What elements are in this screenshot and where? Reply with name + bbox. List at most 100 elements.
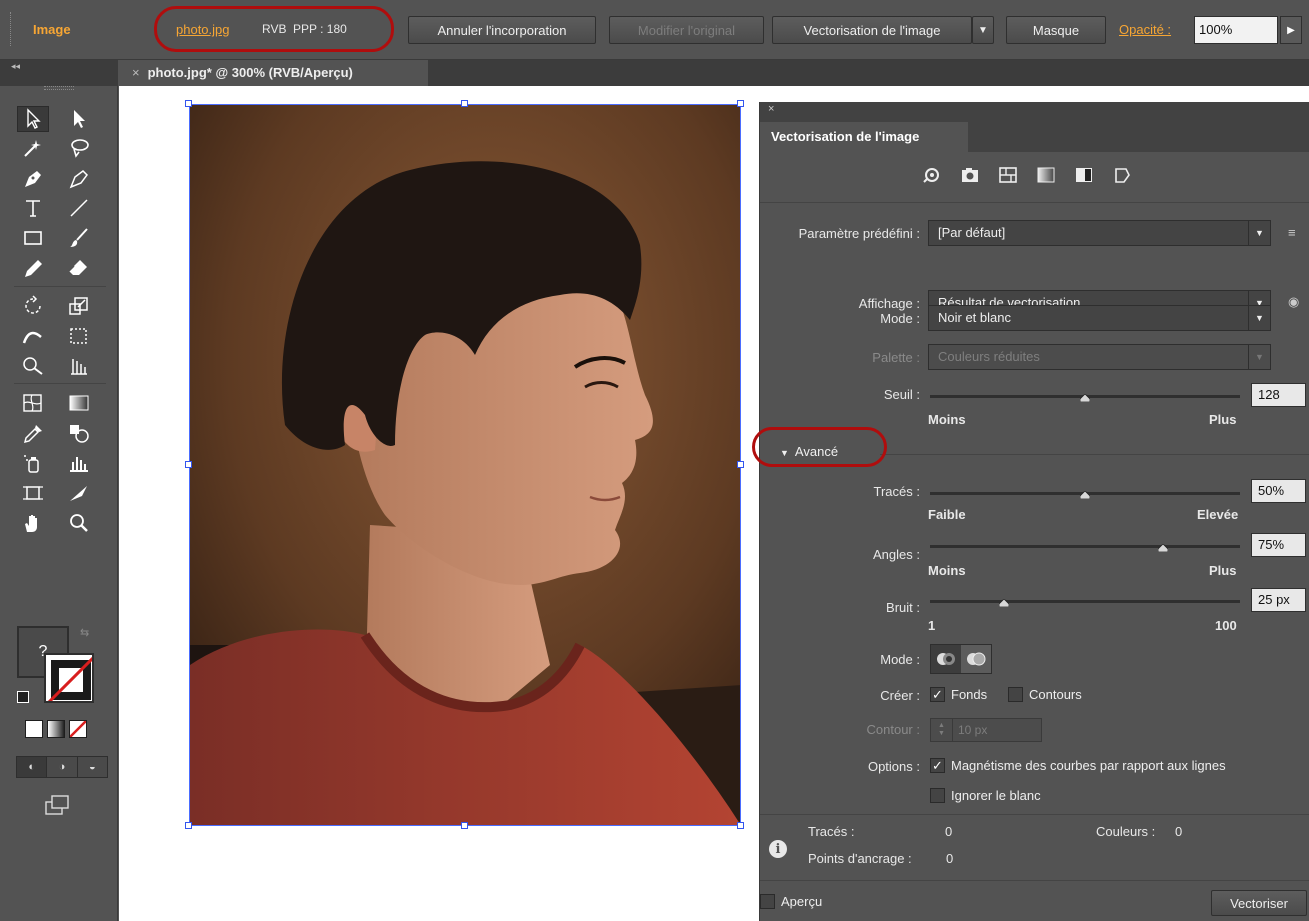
panel-header-bar[interactable]: × [760,102,1309,122]
ignore-white-checkbox[interactable]: Ignorer le blanc [930,788,1041,803]
selection-handle[interactable] [737,822,744,829]
gradient-mode-icon[interactable] [47,720,65,738]
draw-behind-icon[interactable]: ◑ [47,757,78,777]
overlapping-method-icon[interactable] [961,645,991,673]
snap-curves-checkbox[interactable]: ✓ Magnétisme des courbes par rapport aux … [930,758,1226,773]
mode-dropdown[interactable]: Noir et blanc ▼ [928,305,1271,331]
chevron-down-icon[interactable]: ▼ [1248,306,1270,330]
selection-handle[interactable] [461,822,468,829]
stroke-width-stepper[interactable]: ▲ ▼ 10 px [930,718,1042,742]
lasso-tool-icon[interactable] [63,135,95,161]
ignore-white-checkbox-box[interactable] [930,788,945,803]
eyedropper-tool-icon[interactable] [17,420,49,446]
grayscale-preset-icon[interactable] [1034,165,1058,185]
draw-inside-icon[interactable]: ◒ [77,757,107,777]
paths-slider-thumb[interactable] [1079,487,1091,500]
eye-icon[interactable]: ◉ [1288,294,1299,310]
noise-slider[interactable] [930,598,1240,608]
chevron-down-icon[interactable]: ▼ [1248,221,1270,245]
rotate-tool-icon[interactable] [17,293,49,319]
palette-dropdown[interactable]: Couleurs réduites ▼ [928,344,1271,370]
panel-close-icon[interactable]: × [768,103,774,115]
file-name-link[interactable]: photo.jpg [176,22,230,37]
opacity-label[interactable]: Opacité : [1119,22,1171,37]
trace-button[interactable]: Vectoriser [1211,890,1307,916]
opacity-arrow-icon[interactable]: ▶ [1280,16,1302,44]
high-color-preset-icon[interactable] [958,165,982,185]
chevron-down-icon[interactable]: ▼ [1248,345,1270,369]
selection-handle[interactable] [737,100,744,107]
preset-menu-icon[interactable]: ≡ [1288,225,1296,240]
mask-button[interactable]: Masque [1006,16,1106,44]
tab-close-icon[interactable]: × [132,65,140,80]
mesh-tool-icon[interactable] [17,390,49,416]
none-mode-icon[interactable] [69,720,87,738]
preview-checkbox[interactable]: Aperçu [760,894,822,909]
unembed-button[interactable]: Annuler l'incorporation [408,16,596,44]
paths-input[interactable]: 50% [1251,479,1306,503]
line-tool-icon[interactable] [63,195,95,221]
threshold-slider-thumb[interactable] [1079,390,1091,403]
threshold-input[interactable]: 128 [1251,383,1306,407]
strokes-checkbox[interactable]: Contours [1008,687,1082,702]
free-transform-tool-icon[interactable] [63,323,95,349]
rectangle-tool-icon[interactable] [17,225,49,251]
pencil-tool-icon[interactable] [17,255,49,281]
edit-original-button[interactable]: Modifier l'original [609,16,764,44]
auto-color-preset-icon[interactable] [920,165,944,185]
document-tab[interactable]: × photo.jpg* @ 300% (RVB/Aperçu) [118,60,428,86]
black-and-white-preset-icon[interactable] [1072,165,1096,185]
paths-slider[interactable] [930,490,1240,500]
opacity-input[interactable]: 100% [1194,16,1278,44]
width-tool-icon[interactable] [17,323,49,349]
image-trace-button[interactable]: Vectorisation de l'image [772,16,972,44]
low-color-preset-icon[interactable] [996,165,1020,185]
threshold-slider[interactable] [930,393,1240,403]
snap-curves-checkbox-box[interactable]: ✓ [930,758,945,773]
corners-slider-thumb[interactable] [1157,540,1168,553]
stepper-arrows-icon[interactable]: ▲ ▼ [931,719,953,741]
gradient-tool-icon[interactable] [63,390,95,416]
eraser-tool-icon[interactable] [63,255,95,281]
selection-handle[interactable] [185,461,192,468]
tools-panel-grip[interactable] [44,86,74,90]
selection-handle[interactable] [185,100,192,107]
collapse-panel-icon[interactable]: ◂◂ [11,61,20,72]
noise-slider-thumb[interactable] [998,595,1010,608]
outline-preset-icon[interactable] [1110,165,1134,185]
hand-tool-icon[interactable] [17,510,49,536]
scale-tool-icon[interactable] [63,293,95,319]
swap-fill-stroke-icon[interactable]: ⇆ [80,626,89,639]
paintbrush-tool-icon[interactable] [63,225,95,251]
screen-mode-icon[interactable] [44,794,70,819]
slice-tool-icon[interactable] [63,480,95,506]
artboard-tool-icon[interactable] [17,480,49,506]
noise-input[interactable]: 25 px [1251,588,1306,612]
magic-wand-tool-icon[interactable] [17,135,49,161]
advanced-disclosure-toggle[interactable]: ▼ Avancé [780,444,838,459]
curvature-tool-icon[interactable] [63,165,95,191]
perspective-grid-tool-icon[interactable] [63,353,95,379]
placed-photo[interactable] [189,104,741,826]
color-mode-icon[interactable] [25,720,43,738]
control-bar-grip[interactable] [10,12,13,46]
direct-selection-tool-icon[interactable] [63,106,95,132]
panel-title-tab[interactable]: Vectorisation de l'image [760,122,968,152]
draw-normal-icon[interactable]: ◐ [17,757,48,777]
abutting-method-icon[interactable] [931,645,961,673]
fills-checkbox-box[interactable]: ✓ [930,687,945,702]
selection-handle[interactable] [737,461,744,468]
corners-input[interactable]: 75% [1251,533,1306,557]
blend-tool-icon[interactable] [63,420,95,446]
type-tool-icon[interactable] [17,195,49,221]
fills-checkbox[interactable]: ✓ Fonds [930,687,987,702]
pen-tool-icon[interactable] [17,165,49,191]
selection-handle[interactable] [461,100,468,107]
stroke-color-swatch[interactable] [44,653,94,703]
preset-dropdown[interactable]: [Par défaut] ▼ [928,220,1271,246]
default-colors-icon[interactable] [17,691,29,703]
shape-builder-tool-icon[interactable] [17,353,49,379]
strokes-checkbox-box[interactable] [1008,687,1023,702]
selection-handle[interactable] [185,822,192,829]
column-graph-tool-icon[interactable] [63,450,95,476]
